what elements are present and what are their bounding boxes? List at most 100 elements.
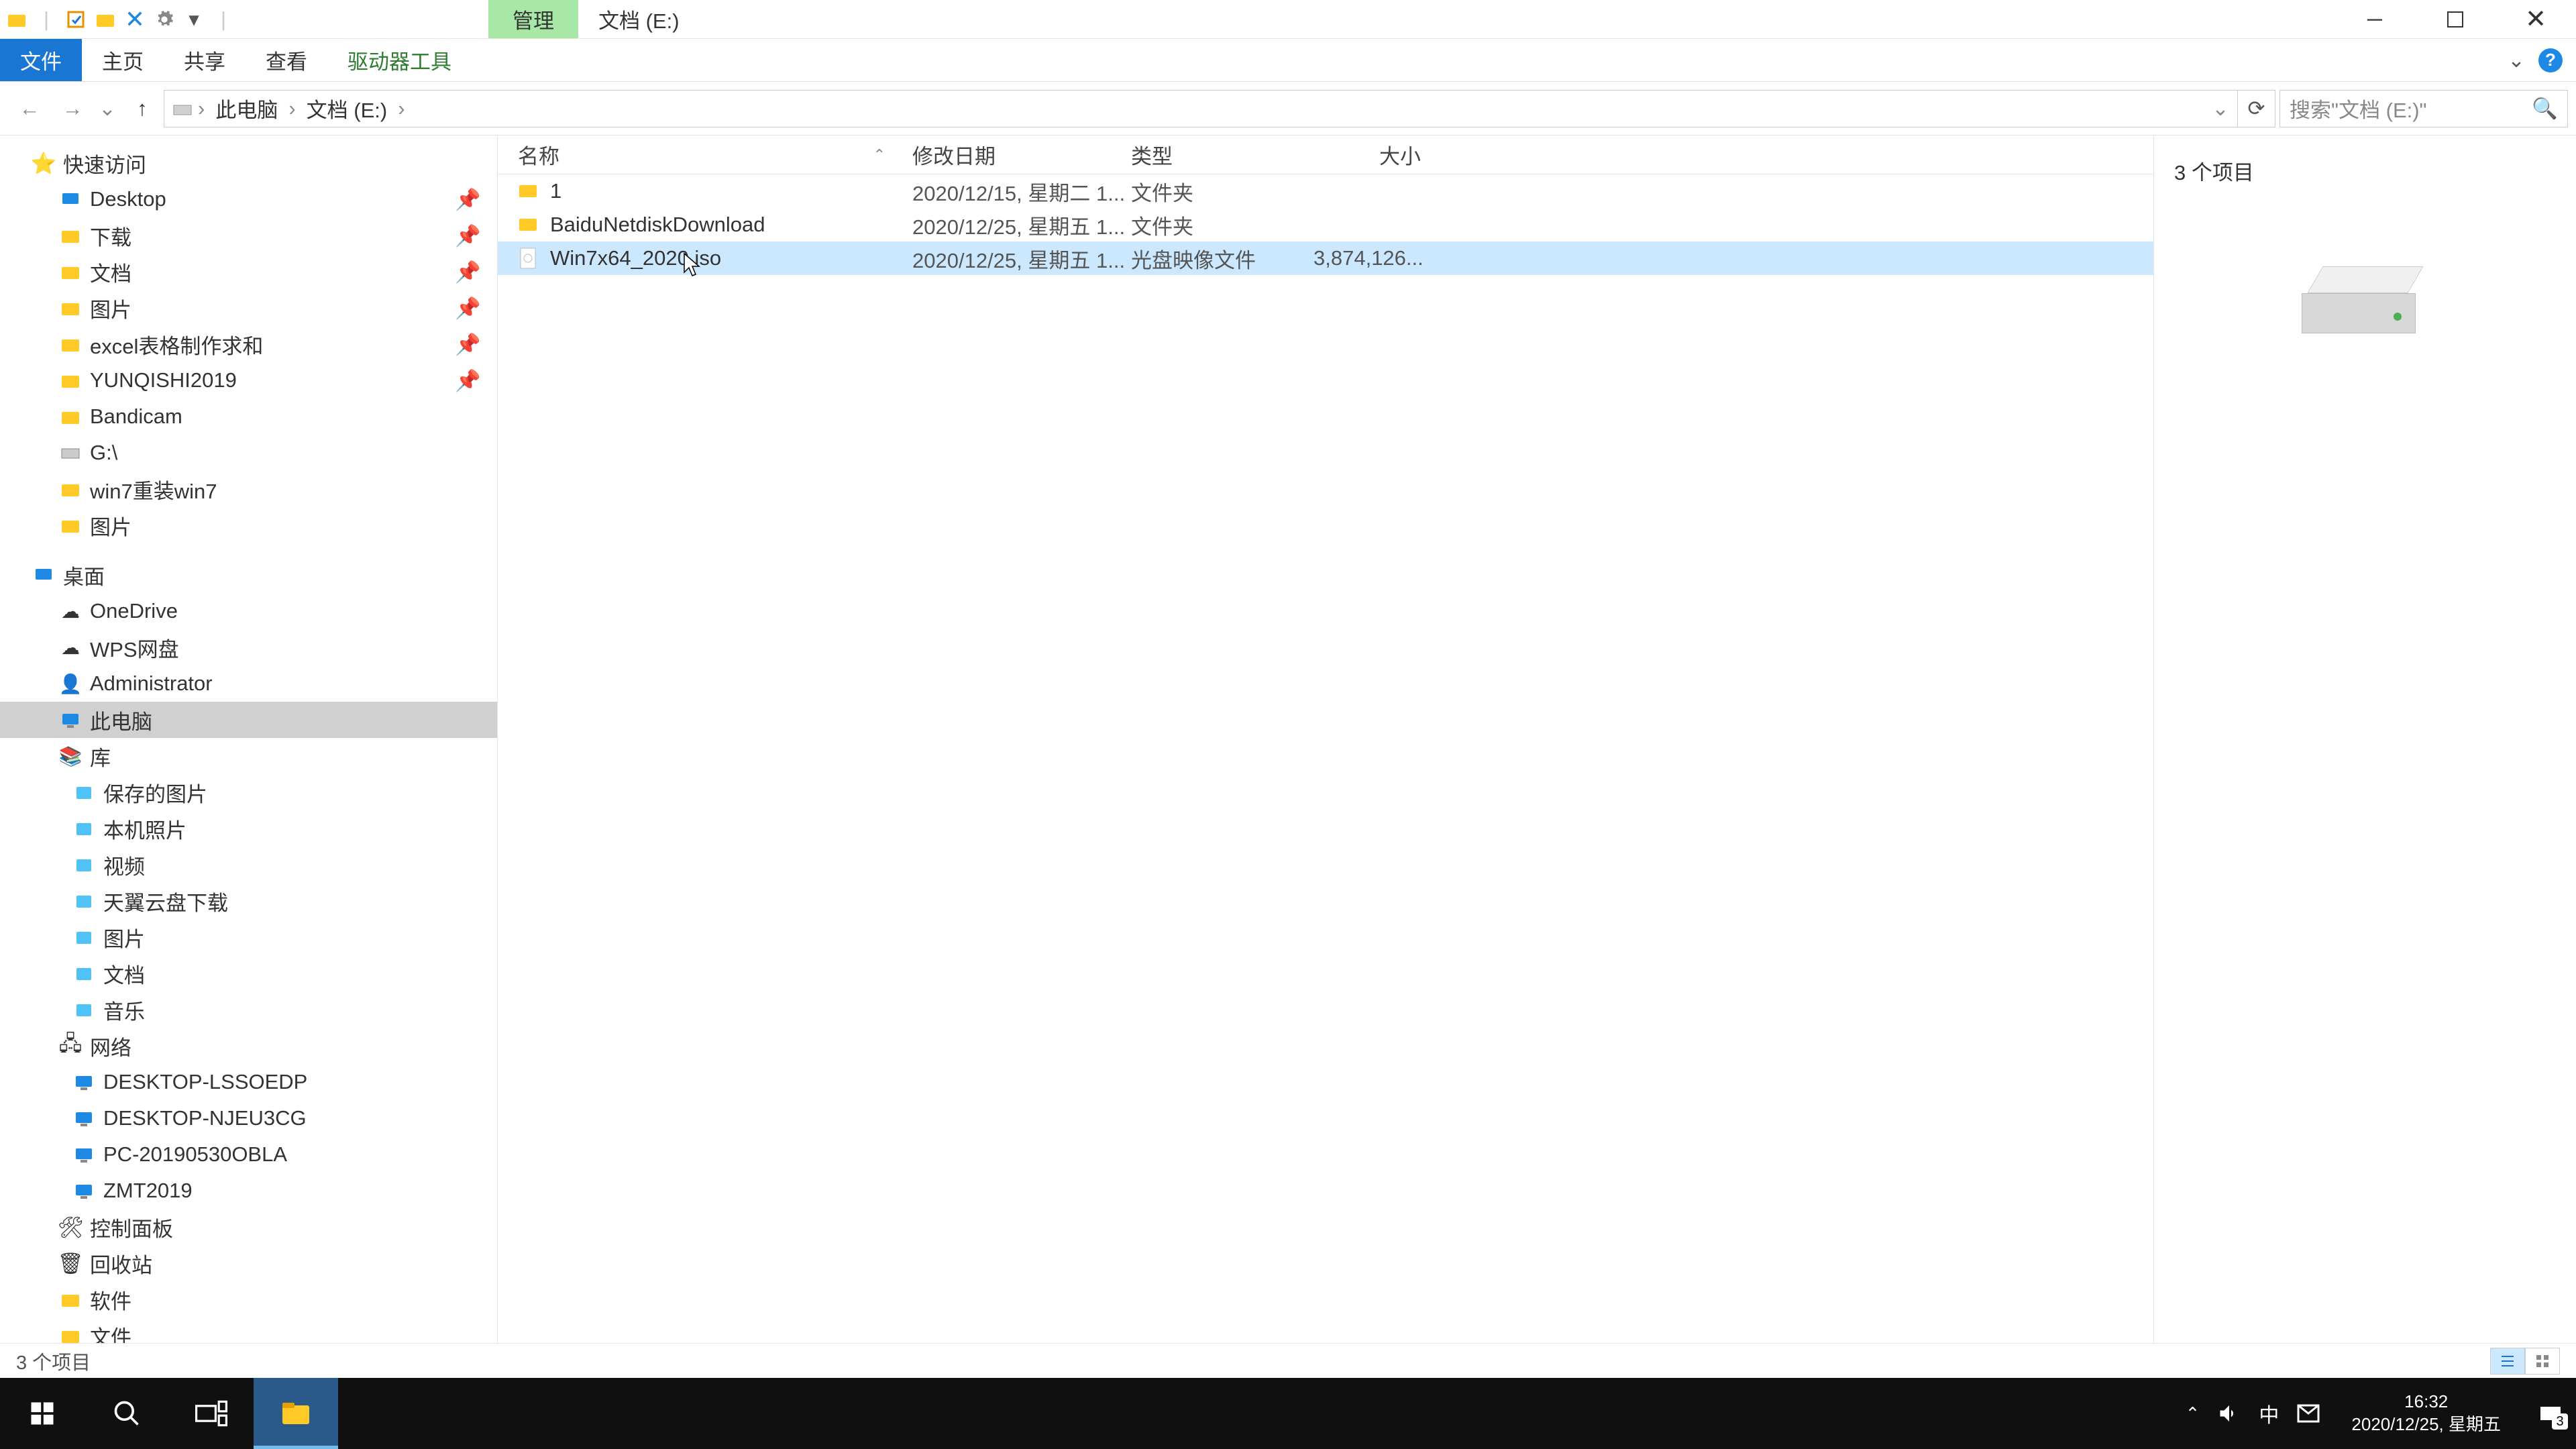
tree-quick-access[interactable]: ⭐快速访问: [0, 145, 497, 181]
tree-quick-item[interactable]: excel表格制作求和📌: [0, 326, 497, 362]
folder-icon: [59, 260, 82, 283]
explorer-taskbar-button[interactable]: [254, 1378, 338, 1449]
ribbon-collapse-icon[interactable]: ⌄: [2508, 48, 2525, 72]
refresh-button[interactable]: ⟳: [2238, 90, 2275, 127]
ribbon-menu: 文件 主页 共享 查看 驱动器工具 ⌄ ?: [0, 39, 2576, 82]
start-button[interactable]: [0, 1378, 85, 1449]
recent-dropdown[interactable]: ⌄: [94, 87, 121, 130]
volume-icon[interactable]: [2217, 1401, 2241, 1426]
new-folder-icon[interactable]: [95, 9, 115, 30]
settings-gear-icon[interactable]: [154, 9, 174, 30]
back-button[interactable]: ←: [8, 87, 51, 130]
folder-icon: [59, 333, 82, 356]
recycle-icon: 🗑: [59, 1252, 82, 1275]
tree-library-item[interactable]: 天翼云盘下载: [0, 883, 497, 919]
minimize-button[interactable]: ─: [2334, 0, 2415, 39]
tray-overflow-icon[interactable]: ⌃: [2186, 1403, 2200, 1424]
tree-network-item[interactable]: DESKTOP-LSSOEDP: [0, 1064, 497, 1100]
forward-button[interactable]: →: [51, 87, 94, 130]
file-row[interactable]: 12020/12/15, 星期二 1...文件夹: [498, 174, 2153, 208]
search-taskbar-button[interactable]: [85, 1378, 169, 1449]
tab-file[interactable]: 文件: [0, 39, 82, 81]
help-icon[interactable]: ?: [2538, 48, 2563, 72]
mail-tray-icon[interactable]: [2296, 1401, 2320, 1426]
thumbnails-view-button[interactable]: [2525, 1348, 2560, 1375]
breadcrumb[interactable]: › 此电脑 › 文档 (E:) › ⌄: [164, 90, 2238, 127]
tab-home[interactable]: 主页: [82, 39, 164, 81]
pin-icon: 📌: [455, 296, 481, 321]
details-view-button[interactable]: [2490, 1348, 2525, 1375]
folder-icon: [59, 405, 82, 428]
crumb-current[interactable]: 文档 (E:): [300, 93, 394, 123]
task-view-button[interactable]: [169, 1378, 254, 1449]
maximize-button[interactable]: [2415, 0, 2496, 39]
file-row[interactable]: Win7x64_2020.iso2020/12/25, 星期五 1...光盘映像…: [498, 241, 2153, 275]
tree-quick-item[interactable]: 图片📌: [0, 290, 497, 326]
chevron-right-icon[interactable]: ›: [198, 97, 205, 121]
tree-network-item[interactable]: ZMT2019: [0, 1173, 497, 1209]
taskbar-clock[interactable]: 16:32 2020/12/25, 星期五: [2338, 1391, 2514, 1436]
header-date[interactable]: 修改日期: [912, 140, 1131, 170]
network-icon: 🖧: [59, 1034, 82, 1057]
properties-icon[interactable]: [66, 9, 86, 30]
tab-drive-tools[interactable]: 驱动器工具: [327, 39, 472, 81]
tree-library-item[interactable]: 音乐: [0, 991, 497, 1028]
file-name: BaiduNetdiskDownload: [550, 213, 765, 237]
tree-desktop-item[interactable]: ☁WPS网盘: [0, 629, 497, 665]
tree-desktop-item[interactable]: 此电脑: [0, 702, 497, 738]
tree-library-item[interactable]: 本机照片: [0, 810, 497, 847]
tree-quick-item[interactable]: 文档📌: [0, 254, 497, 290]
tree-node-icon: ☁: [59, 636, 82, 659]
chevron-right-icon[interactable]: ›: [288, 97, 295, 121]
tree-control-panel[interactable]: 🛠控制面板: [0, 1209, 497, 1245]
app-icon[interactable]: [7, 9, 27, 30]
chevron-right-icon[interactable]: ›: [398, 97, 405, 121]
up-button[interactable]: ↑: [121, 87, 164, 130]
tree-desktop[interactable]: 桌面: [0, 557, 497, 593]
tab-share[interactable]: 共享: [164, 39, 246, 81]
header-type[interactable]: 类型: [1131, 140, 1313, 170]
search-input[interactable]: 搜索"文档 (E:)" 🔍: [2279, 90, 2568, 127]
close-blue-icon[interactable]: ✕: [125, 9, 145, 30]
tree-quick-item[interactable]: Bandicam: [0, 398, 497, 435]
tree-library-item[interactable]: 保存的图片: [0, 774, 497, 810]
tree-quick-item[interactable]: YUNQISHI2019📌: [0, 362, 497, 398]
status-item-count: 3 个项目: [16, 1347, 91, 1375]
file-rows: 12020/12/15, 星期二 1...文件夹BaiduNetdiskDown…: [498, 174, 2153, 1343]
tree-quick-item[interactable]: G:\: [0, 435, 497, 471]
tree-files[interactable]: 文件: [0, 1318, 497, 1343]
address-dropdown-icon[interactable]: ⌄: [2212, 97, 2237, 121]
file-list-pane: 名称⌃ 修改日期 类型 大小 12020/12/15, 星期二 1...文件夹B…: [498, 136, 2153, 1343]
desktop-icon: [32, 564, 55, 586]
action-center-button[interactable]: 3: [2532, 1395, 2569, 1432]
qat-dropdown-icon[interactable]: ▾: [184, 9, 204, 30]
close-button[interactable]: ✕: [2496, 0, 2576, 39]
navigation-pane[interactable]: ⭐快速访问 Desktop📌下载📌文档📌图片📌excel表格制作求和📌YUNQI…: [0, 136, 498, 1343]
column-headers: 名称⌃ 修改日期 类型 大小: [498, 136, 2153, 174]
tree-network[interactable]: 🖧网络: [0, 1028, 497, 1064]
ime-indicator[interactable]: 中: [2259, 1399, 2279, 1428]
tree-recycle-bin[interactable]: 🗑回收站: [0, 1245, 497, 1281]
tree-network-item[interactable]: PC-20190530OBLA: [0, 1136, 497, 1173]
tree-desktop-item[interactable]: 📚库: [0, 738, 497, 774]
tree-quick-item[interactable]: 图片: [0, 507, 497, 543]
file-type: 文件夹: [1131, 210, 1313, 240]
tree-quick-item[interactable]: win7重装win7: [0, 471, 497, 507]
search-icon[interactable]: 🔍: [2532, 96, 2558, 121]
tab-view[interactable]: 查看: [246, 39, 327, 81]
title-bar: | ✕ ▾ | 管理 文档 (E:) ─ ✕: [0, 0, 2576, 39]
header-size[interactable]: 大小: [1313, 140, 1434, 170]
tree-software[interactable]: 软件: [0, 1281, 497, 1318]
tree-network-item[interactable]: DESKTOP-NJEU3CG: [0, 1100, 497, 1136]
tree-library-item[interactable]: 图片: [0, 919, 497, 955]
header-name[interactable]: 名称⌃: [518, 140, 912, 170]
file-row[interactable]: BaiduNetdiskDownload2020/12/25, 星期五 1...…: [498, 208, 2153, 241]
tree-desktop-item[interactable]: 👤Administrator: [0, 665, 497, 702]
crumb-this-pc[interactable]: 此电脑: [209, 93, 284, 123]
tree-library-item[interactable]: 文档: [0, 955, 497, 991]
tree-library-item[interactable]: 视频: [0, 847, 497, 883]
window-title: 文档 (E:): [578, 0, 700, 38]
tree-quick-item[interactable]: 下载📌: [0, 217, 497, 254]
tree-quick-item[interactable]: Desktop📌: [0, 181, 497, 217]
tree-desktop-item[interactable]: ☁OneDrive: [0, 593, 497, 629]
